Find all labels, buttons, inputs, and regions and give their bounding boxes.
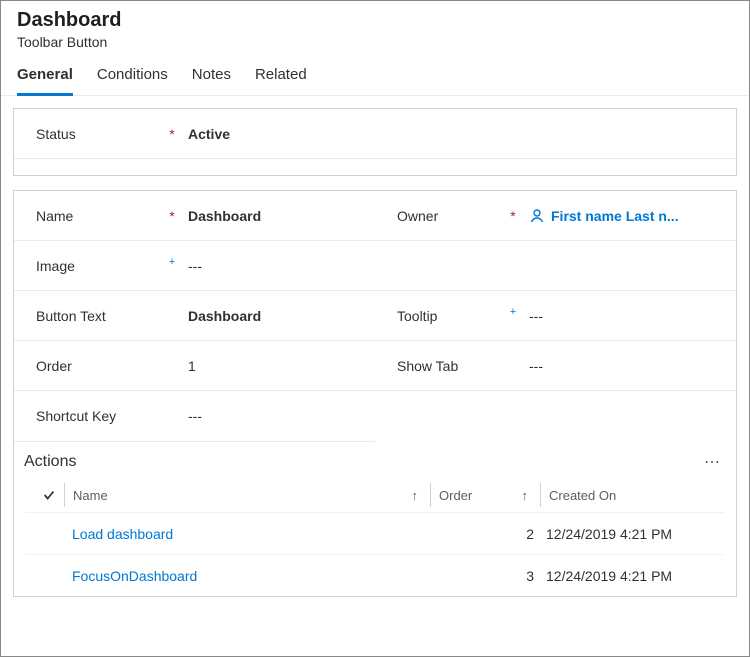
show-tab-field[interactable]: --- [521, 358, 736, 374]
column-order[interactable]: Order [430, 483, 490, 507]
button-text-field[interactable]: Dashboard [180, 308, 375, 324]
name-label: Name [14, 208, 164, 224]
table-row[interactable]: Load dashboard 2 12/24/2019 4:21 PM [26, 512, 724, 554]
image-field[interactable]: --- [180, 258, 736, 274]
name-field[interactable]: Dashboard [180, 208, 375, 224]
column-created-on[interactable]: Created On [540, 483, 724, 507]
action-created: 12/24/2019 4:21 PM [540, 568, 724, 584]
status-label: Status [14, 126, 164, 142]
owner-label: Owner [375, 208, 505, 224]
recommended-marker: + [164, 256, 180, 268]
select-all-column[interactable] [26, 483, 64, 507]
column-name[interactable]: Name [64, 483, 390, 507]
status-value[interactable]: Active [180, 126, 736, 142]
entity-type: Toolbar Button [17, 34, 733, 50]
actions-heading: Actions [24, 453, 76, 471]
actions-grid-header: Name ↑ Order ↑ Created On [26, 478, 724, 512]
shortcut-key-label: Shortcut Key [14, 408, 164, 424]
tooltip-label: Tooltip [375, 308, 505, 324]
page-title: Dashboard [17, 9, 733, 32]
required-marker: * [164, 126, 180, 142]
person-icon [529, 208, 545, 224]
more-actions-button[interactable]: ⋯ [704, 452, 722, 472]
order-field[interactable]: 1 [180, 358, 375, 374]
required-marker: * [505, 208, 521, 224]
owner-field[interactable]: First name Last n... [521, 208, 736, 224]
tab-notes[interactable]: Notes [192, 66, 231, 95]
order-label: Order [14, 358, 164, 374]
button-text-label: Button Text [14, 308, 164, 324]
tab-general[interactable]: General [17, 66, 73, 96]
table-row[interactable]: FocusOnDashboard 3 12/24/2019 4:21 PM [26, 554, 724, 596]
action-order: 3 [490, 568, 540, 584]
recommended-marker: + [505, 306, 521, 318]
owner-value: First name Last n... [551, 208, 679, 224]
tab-conditions[interactable]: Conditions [97, 66, 168, 95]
action-link[interactable]: FocusOnDashboard [64, 568, 390, 584]
check-icon [42, 488, 56, 502]
sort-arrow-icon[interactable]: ↑ [412, 488, 419, 503]
details-section: Name * Dashboard Owner * First name Last… [13, 190, 737, 597]
required-marker: * [164, 208, 180, 224]
action-created: 12/24/2019 4:21 PM [540, 526, 724, 542]
show-tab-label: Show Tab [375, 358, 505, 374]
action-link[interactable]: Load dashboard [64, 526, 390, 542]
image-label: Image [14, 258, 164, 274]
status-section: Status * Active [13, 108, 737, 176]
tab-bar: General Conditions Notes Related [1, 54, 749, 96]
tooltip-field[interactable]: --- [521, 308, 736, 324]
action-order: 2 [490, 526, 540, 542]
shortcut-key-field[interactable]: --- [180, 408, 375, 424]
sort-arrow-icon[interactable]: ↑ [522, 488, 529, 503]
tab-related[interactable]: Related [255, 66, 307, 95]
